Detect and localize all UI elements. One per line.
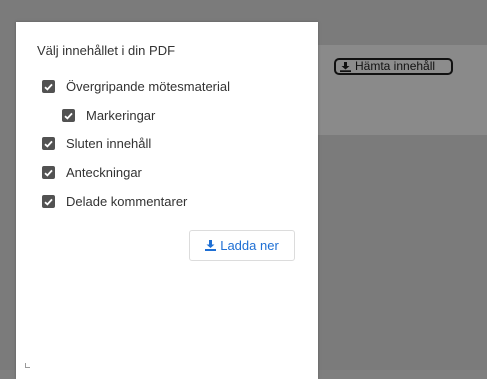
checkbox-checked-icon[interactable] bbox=[42, 137, 55, 150]
checkbox-checked-icon[interactable] bbox=[62, 109, 75, 122]
checkbox-checked-icon[interactable] bbox=[42, 80, 55, 93]
option-label: Anteckningar bbox=[66, 165, 142, 180]
panel-title: Välj innehållet i din PDF bbox=[37, 43, 176, 58]
fetch-content-label: Hämta innehåll bbox=[355, 59, 436, 73]
download-icon bbox=[205, 240, 217, 251]
checkbox-checked-icon[interactable] bbox=[42, 166, 55, 179]
pdf-content-panel: Välj innehållet i din PDF Övergripande m… bbox=[16, 22, 318, 379]
option-closed-content[interactable]: Sluten innehåll bbox=[42, 136, 151, 151]
option-shared-comments[interactable]: Delade kommentarer bbox=[42, 194, 187, 209]
option-label: Övergripande mötesmaterial bbox=[66, 79, 231, 94]
checkmark-icon bbox=[44, 83, 53, 91]
checkmark-icon bbox=[44, 140, 53, 148]
option-notes[interactable]: Anteckningar bbox=[42, 165, 142, 180]
download-label: Ladda ner bbox=[220, 238, 279, 253]
option-overall-material[interactable]: Övergripande mötesmaterial bbox=[42, 79, 230, 94]
option-label: Sluten innehåll bbox=[66, 136, 152, 151]
option-highlights[interactable]: Markeringar bbox=[62, 108, 155, 123]
option-label: Delade kommentarer bbox=[66, 194, 188, 209]
checkbox-checked-icon[interactable] bbox=[42, 195, 55, 208]
checkmark-icon bbox=[44, 198, 53, 206]
fetch-content-button[interactable]: Hämta innehåll bbox=[334, 58, 453, 75]
download-button[interactable]: Ladda ner bbox=[189, 230, 295, 261]
resize-handle[interactable] bbox=[25, 363, 30, 368]
checkmark-icon bbox=[64, 112, 73, 120]
option-label: Markeringar bbox=[86, 108, 156, 123]
checkmark-icon bbox=[44, 169, 53, 177]
download-icon bbox=[340, 61, 351, 72]
